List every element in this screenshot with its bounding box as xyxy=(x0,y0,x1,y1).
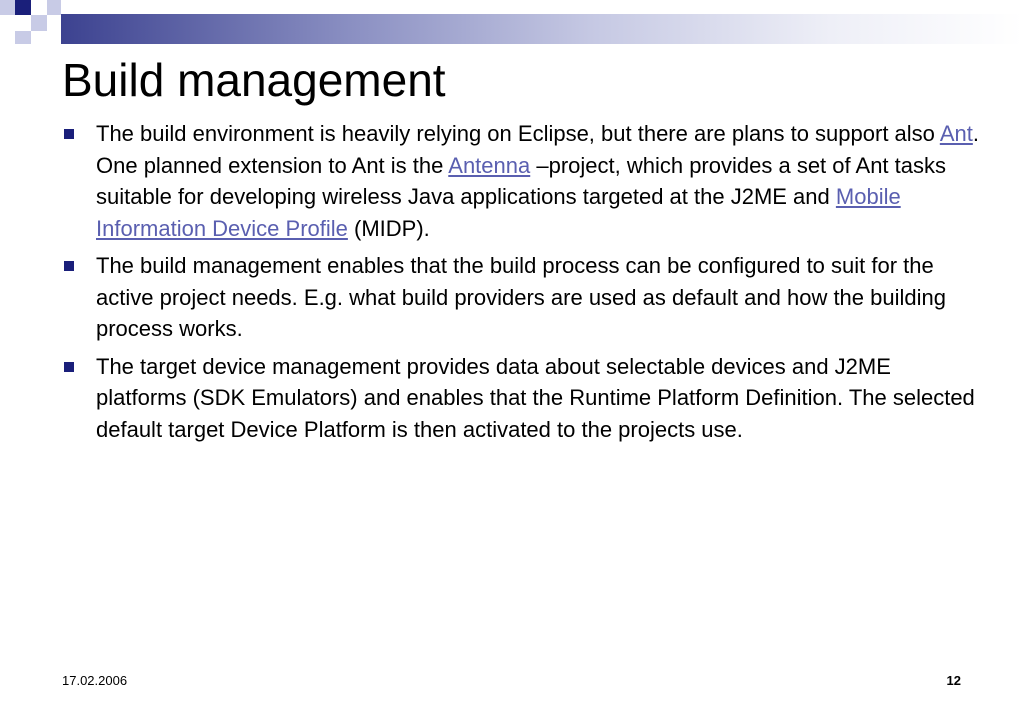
square-bullet-icon xyxy=(64,361,74,372)
hyperlink[interactable]: Ant xyxy=(940,121,973,146)
decor-square xyxy=(31,0,47,15)
decor-square xyxy=(31,15,47,31)
footer-date: 17.02.2006 xyxy=(62,673,128,688)
decor-square xyxy=(31,31,47,44)
bullet-text: (MIDP). xyxy=(347,215,430,241)
decor-square xyxy=(15,31,31,44)
bullet-text: The build management enables that the bu… xyxy=(96,253,946,341)
page-number: 12 xyxy=(946,673,961,688)
header-gradient-bar xyxy=(61,14,1023,44)
bullet-item: The build management enables that the bu… xyxy=(62,250,982,345)
decor-square xyxy=(47,0,61,15)
bullet-item: The target device management provides da… xyxy=(62,351,982,446)
decor-square xyxy=(15,15,31,31)
slide-title: Build management xyxy=(62,54,446,106)
bullet-text: The build environment is heavily relying… xyxy=(96,121,940,146)
decor-square xyxy=(0,15,15,31)
decor-square xyxy=(0,0,15,15)
bullet-text: The target device management provides da… xyxy=(96,353,975,442)
decor-square xyxy=(15,0,31,15)
hyperlink[interactable]: Antenna xyxy=(448,153,530,178)
bullet-item: The build environment is heavily relying… xyxy=(62,118,982,244)
square-bullet-icon xyxy=(64,129,74,139)
decor-square xyxy=(0,31,15,44)
square-bullet-icon xyxy=(64,261,74,271)
bullet-list: The build environment is heavily relying… xyxy=(62,118,982,451)
slide: Build management The build environment i… xyxy=(0,0,1023,708)
